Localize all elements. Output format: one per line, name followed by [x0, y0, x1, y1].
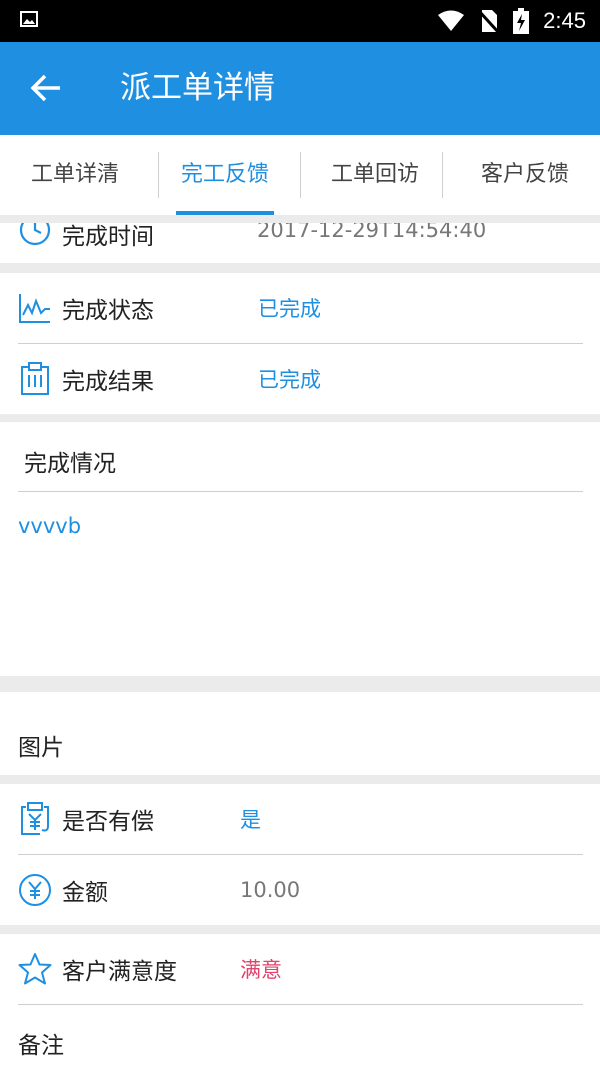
section-gap: [0, 676, 600, 692]
status-bar: 2:45: [0, 0, 600, 42]
wifi-icon: [438, 10, 465, 31]
amount-row: 金额 10.00: [0, 855, 600, 925]
paid-value: 是: [240, 808, 261, 832]
completion-status-value: 已完成: [258, 297, 321, 321]
yen-circle-icon: [19, 874, 51, 906]
remarks-label: 备注: [18, 1033, 64, 1059]
section-gap: [0, 414, 600, 422]
page-title: 派工单详情: [120, 70, 275, 106]
completion-status-row: 完成状态 已完成: [0, 273, 600, 343]
amount-label: 金额: [62, 880, 108, 906]
tab-completion-feedback[interactable]: 完工反馈: [150, 135, 300, 215]
section-gap: [0, 215, 600, 223]
completion-situation-value: vvvvb: [18, 514, 82, 538]
divider: [18, 491, 583, 492]
tab-label: 完工反馈: [180, 162, 269, 187]
clipboard-list-icon: [21, 362, 49, 395]
back-arrow-icon[interactable]: [28, 70, 64, 106]
app-bar: 派工单详情: [0, 42, 600, 135]
clock-icon: [19, 223, 51, 246]
divider: [18, 1004, 583, 1005]
tab-label: 工单回访: [330, 162, 419, 187]
section-gap: [0, 775, 600, 784]
satisfaction-label: 客户满意度: [62, 959, 177, 985]
tab-divider: [158, 152, 159, 198]
battery-charging-icon: [513, 8, 530, 34]
status-time: 2:45: [543, 8, 586, 33]
completion-time-label: 完成时间: [62, 224, 154, 250]
image-notification-icon: [20, 11, 38, 27]
tab-work-order-details[interactable]: 工单详清: [0, 135, 150, 215]
section-gap: [0, 263, 600, 273]
completion-time-value: 2017-12-29T14:54:40: [257, 223, 487, 242]
tab-label: 工单详清: [30, 162, 119, 187]
no-sim-icon: [479, 9, 500, 33]
paid-label: 是否有偿: [62, 809, 154, 835]
completion-time-row: 完成时间 2017-12-29T14:54:40: [0, 223, 600, 263]
star-icon: [18, 953, 52, 985]
satisfaction-row: 客户满意度 满意: [0, 934, 600, 1004]
completion-result-label: 完成结果: [62, 369, 154, 395]
tab-divider: [300, 152, 301, 198]
tab-work-order-revisit[interactable]: 工单回访: [300, 135, 450, 215]
completion-situation-label: 完成情况: [24, 451, 116, 477]
tab-label: 客户反馈: [480, 162, 569, 187]
section-gap: [0, 925, 600, 934]
paid-row: 是否有偿 是: [0, 784, 600, 854]
tab-customer-feedback[interactable]: 客户反馈: [450, 135, 600, 215]
completion-status-label: 完成状态: [62, 298, 154, 324]
completion-result-row: 完成结果 已完成: [0, 344, 600, 414]
completion-result-value: 已完成: [258, 368, 321, 392]
activity-chart-icon: [19, 294, 50, 323]
satisfaction-value: 满意: [240, 958, 282, 982]
tab-divider: [442, 152, 443, 198]
amount-value: 10.00: [240, 878, 301, 902]
clipboard-yen-icon: [21, 802, 49, 835]
pictures-label: 图片: [18, 735, 64, 761]
